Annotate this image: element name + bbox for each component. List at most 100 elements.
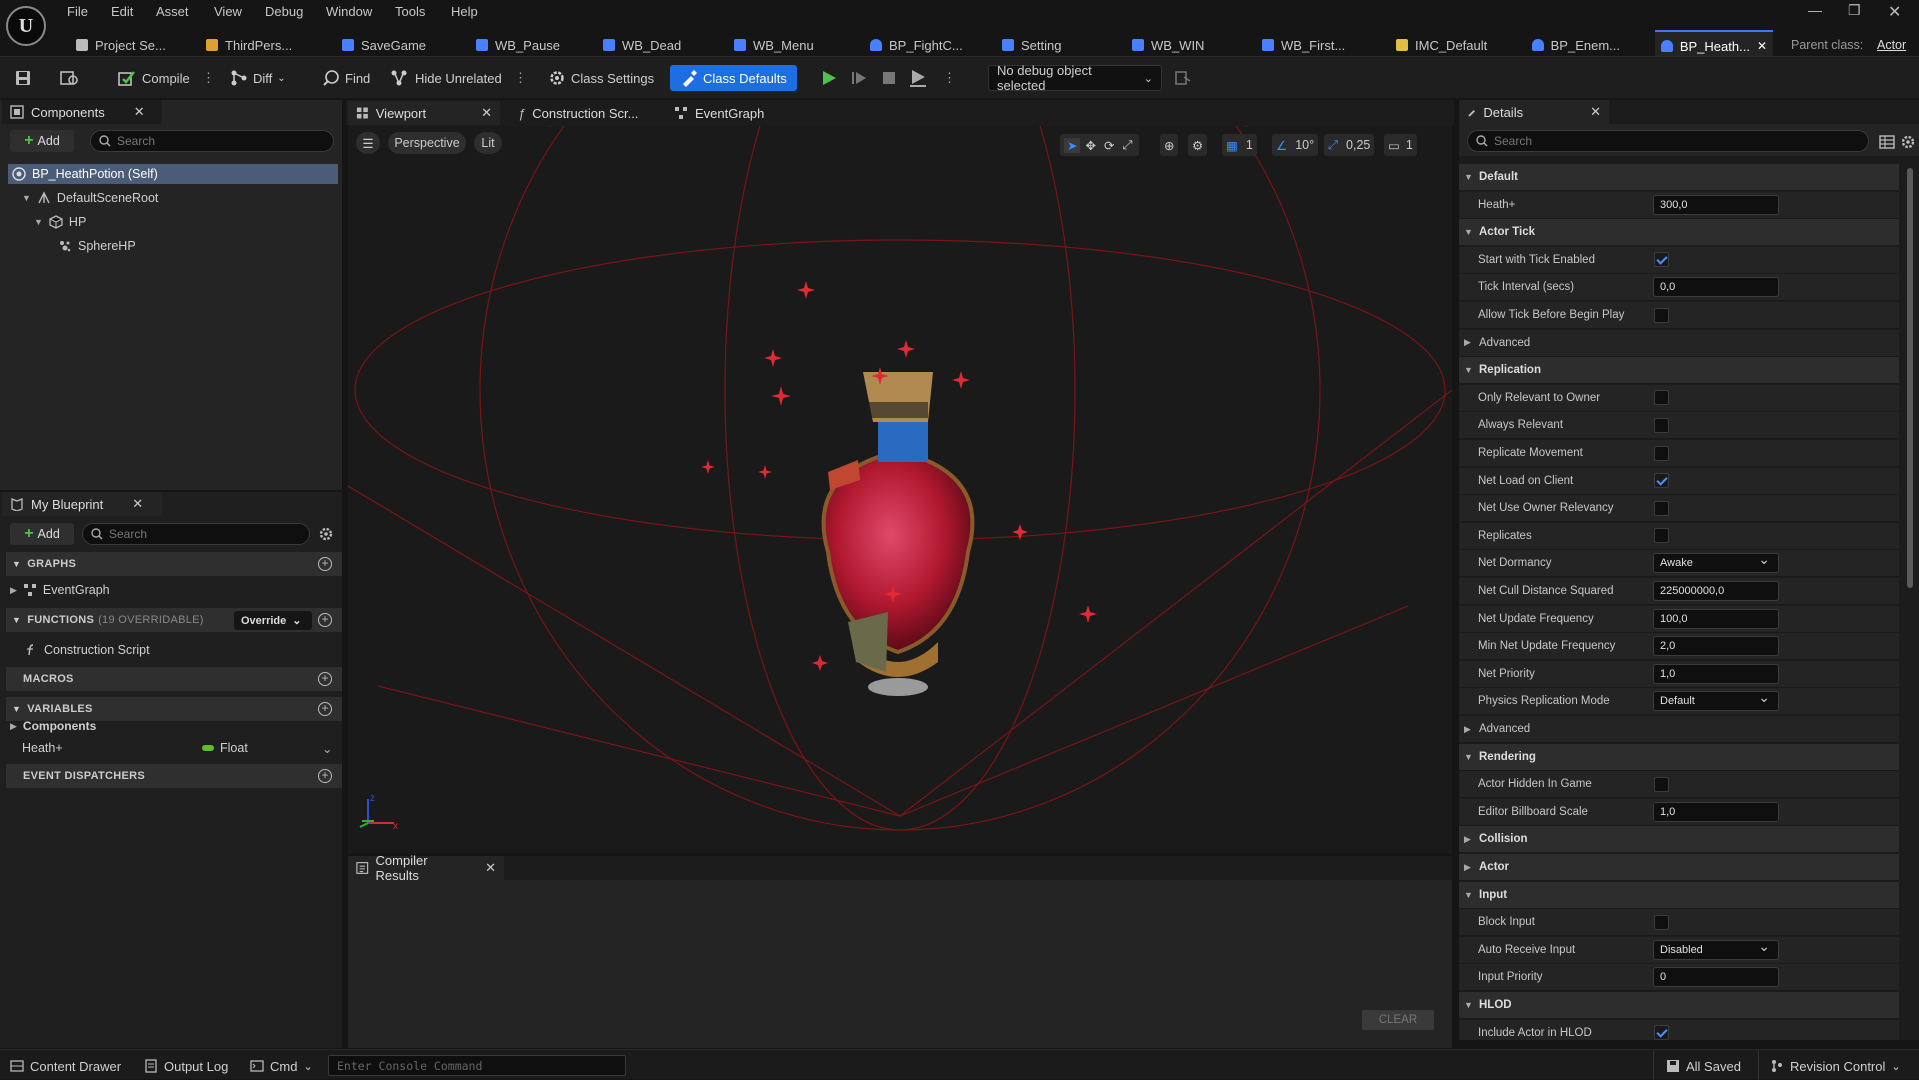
menu-view[interactable]: View (214, 4, 242, 19)
close-tab-icon[interactable]: ✕ (485, 860, 496, 876)
property-value-input[interactable]: 0 (1653, 967, 1779, 988)
override-dropdown[interactable]: Override ⌄ (234, 611, 312, 630)
minimize-icon[interactable]: — (1808, 2, 1822, 18)
property-checkbox[interactable] (1654, 914, 1669, 930)
menu-window[interactable]: Window (326, 4, 372, 19)
grid-snap-toggle[interactable]: ▦ 1 (1222, 134, 1257, 156)
content-drawer-button[interactable]: Content Drawer (10, 1056, 121, 1076)
details-category[interactable]: ▶ Collision (1459, 826, 1899, 854)
class-settings-button[interactable]: Class Settings (548, 65, 654, 91)
add-dispatcher-icon[interactable]: + (318, 769, 332, 783)
perspective-button[interactable]: Perspective (388, 132, 466, 154)
chevron-down-icon[interactable]: ▼ (1464, 172, 1473, 182)
play-options-icon[interactable]: ⋮ (943, 65, 956, 91)
property-checkbox[interactable] (1654, 307, 1669, 323)
chevron-down-icon[interactable]: ▼ (1464, 227, 1473, 237)
class-defaults-button[interactable]: Class Defaults (670, 65, 797, 91)
property-value-input[interactable]: 300,0 (1653, 194, 1779, 215)
expand-arrow-icon[interactable]: ▼ (34, 217, 43, 227)
step-button[interactable] (850, 65, 868, 91)
revision-control-button[interactable]: Revision Control ⌄ (1770, 1056, 1901, 1076)
tab-viewport[interactable]: Viewport ✕ (348, 101, 500, 125)
tree-item-defaultsceneroot[interactable]: ▼ DefaultSceneRoot (22, 188, 338, 208)
chevron-right-icon[interactable]: ▶ (1464, 337, 1471, 348)
details-category[interactable]: ▼ Input (1459, 881, 1899, 909)
property-checkbox[interactable] (1654, 528, 1669, 544)
property-checkbox[interactable] (1654, 252, 1669, 268)
chevron-right-icon[interactable]: ▶ (1464, 724, 1471, 735)
camera-speed-button[interactable]: ▭ 1 (1384, 134, 1417, 156)
details-category[interactable]: ▼ Actor Tick (1459, 219, 1899, 247)
close-tab-icon[interactable]: ✕ (481, 105, 492, 121)
close-tab-icon[interactable]: ✕ (1590, 104, 1601, 120)
chevron-down-icon[interactable]: ▼ (1464, 1000, 1473, 1010)
menu-debug[interactable]: Debug (265, 4, 303, 19)
rotation-snap-toggle[interactable]: ∠ 10° (1272, 134, 1319, 156)
chevron-down-icon[interactable]: ⌄ (322, 741, 332, 756)
rotate-icon[interactable]: ⟳ (1101, 138, 1117, 153)
console-command-input[interactable]: Enter Console Command (328, 1055, 626, 1076)
menu-edit[interactable]: Edit (111, 4, 133, 19)
construction-script-item[interactable]: Construction Script (24, 640, 324, 660)
details-category[interactable]: ▼ HLOD (1459, 992, 1899, 1019)
menu-tools[interactable]: Tools (395, 4, 425, 19)
close-tab-icon[interactable]: ✕ (132, 496, 143, 512)
property-value-input[interactable]: 100,0 (1653, 608, 1779, 629)
viewport-menu-icon[interactable]: ☰ (356, 132, 380, 154)
scale-snap-toggle[interactable]: ⤢ 0,25 (1324, 134, 1375, 156)
find-button[interactable]: Find (322, 65, 370, 91)
tab-compiler-results[interactable]: Compiler Results ✕ (348, 853, 504, 883)
details-advanced-toggle[interactable]: ▶ Advanced (1459, 329, 1899, 357)
menu-file[interactable]: File (67, 4, 88, 19)
compile-options-icon[interactable]: ⋮ (202, 65, 215, 91)
graphs-section[interactable]: ▼ GRAPHS (6, 552, 342, 576)
variable-heath[interactable]: Heath+ Float ⌄ (22, 738, 338, 758)
tab-event-graph[interactable]: EventGraph (666, 101, 772, 125)
details-scrollbar[interactable] (1907, 168, 1913, 588)
translate-icon[interactable]: ✥ (1082, 138, 1098, 153)
save-icon[interactable] (14, 65, 32, 91)
macros-section[interactable]: MACROS (6, 667, 342, 691)
details-category[interactable]: ▼ Default (1459, 164, 1899, 191)
output-log-button[interactable]: Output Log (144, 1056, 228, 1076)
property-value-input[interactable]: 0,0 (1653, 277, 1779, 298)
select-mode-icon[interactable]: ➤ (1064, 137, 1081, 153)
property-checkbox[interactable] (1654, 776, 1669, 792)
viewport[interactable]: ☰ Perspective Lit ➤ ✥ ⟳ ⤢ ⊕ ⚙ ▦ 1 ∠ 10° ⤢ 0… (348, 126, 1452, 853)
details-search-input[interactable]: Search (1467, 130, 1869, 152)
chevron-down-icon[interactable]: ▼ (1464, 365, 1473, 375)
surface-snap-icon[interactable]: ⚙ (1188, 134, 1208, 156)
property-value-select[interactable]: Default (1653, 689, 1779, 712)
tree-item-spherehp[interactable]: SphereHP (58, 236, 338, 256)
property-value-select[interactable]: Disabled (1653, 938, 1779, 960)
components-category[interactable]: ▶ Components (10, 716, 330, 736)
menu-help[interactable]: Help (451, 4, 478, 19)
event-dispatchers-section[interactable]: EVENT DISPATCHERS (6, 764, 342, 788)
simulate-button[interactable] (908, 65, 928, 91)
menu-asset[interactable]: Asset (156, 4, 189, 19)
settings-gear-icon[interactable] (1900, 134, 1916, 150)
tab-construction-script[interactable]: ƒ Construction Scr... (510, 101, 646, 125)
property-checkbox[interactable] (1654, 473, 1669, 489)
details-advanced-toggle[interactable]: ▶ Advanced (1459, 716, 1899, 743)
my-blueprint-search-input[interactable]: Search (82, 523, 310, 545)
details-category[interactable]: ▶ Actor (1459, 854, 1899, 881)
debug-browse-icon[interactable] (1174, 65, 1192, 91)
close-tab-icon[interactable]: ✕ (1757, 39, 1767, 53)
chevron-right-icon[interactable]: ▶ (1464, 862, 1471, 873)
close-window-icon[interactable]: ✕ (1888, 2, 1901, 22)
play-button[interactable] (820, 65, 838, 91)
cmd-dropdown[interactable]: Cmd ⌄ (250, 1056, 313, 1076)
property-checkbox[interactable] (1654, 1025, 1669, 1040)
add-member-button[interactable]: + Add (10, 523, 74, 545)
restore-icon[interactable]: ❐ (1848, 2, 1861, 19)
scale-icon[interactable]: ⤢ (1119, 138, 1135, 153)
components-search-input[interactable]: Search (90, 130, 334, 152)
add-macro-icon[interactable]: + (318, 672, 332, 686)
chevron-down-icon[interactable]: ▼ (1464, 752, 1473, 762)
table-view-icon[interactable] (1879, 134, 1895, 150)
tab-components[interactable]: Components ✕ (2, 100, 162, 124)
close-tab-icon[interactable]: ✕ (134, 104, 145, 120)
details-category[interactable]: ▼ Rendering (1459, 743, 1899, 771)
details-category[interactable]: ▼ Replication (1459, 357, 1899, 385)
